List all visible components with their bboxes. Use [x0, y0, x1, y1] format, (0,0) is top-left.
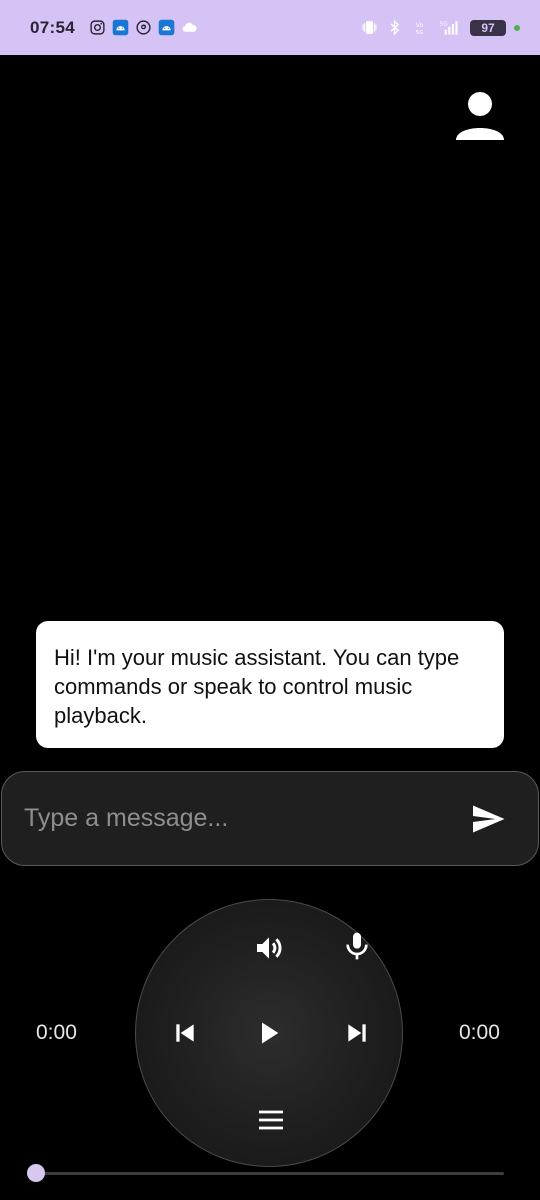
- android-icon: [112, 19, 129, 36]
- android-icon: [158, 19, 175, 36]
- menu-button[interactable]: [251, 1100, 291, 1140]
- menu-icon: [259, 1110, 283, 1130]
- elapsed-time: 0:00: [36, 1021, 77, 1044]
- send-icon: [473, 805, 505, 832]
- seek-thumb[interactable]: [27, 1164, 45, 1182]
- total-time: 0:00: [459, 1021, 500, 1044]
- vibrate-icon: [361, 19, 378, 36]
- svg-text:5G: 5G: [416, 30, 424, 36]
- profile-icon[interactable]: [452, 88, 508, 144]
- notification-icons: [89, 19, 198, 36]
- network-label: 5G: [440, 21, 448, 27]
- battery-level: 97: [481, 20, 495, 35]
- previous-button[interactable]: [165, 1013, 205, 1053]
- send-button[interactable]: [466, 797, 510, 841]
- seek-bar[interactable]: [36, 1172, 504, 1175]
- battery-indicator: 97: [470, 19, 506, 36]
- threads-icon: [135, 19, 152, 36]
- message-input-box: [1, 771, 539, 866]
- volume-button[interactable]: [249, 928, 289, 968]
- next-button[interactable]: [337, 1013, 377, 1053]
- message-input[interactable]: [2, 787, 466, 850]
- volume-icon: [257, 937, 282, 959]
- signal-icon: 5G: [436, 19, 462, 36]
- status-time: 07:54: [30, 17, 75, 37]
- play-icon: [262, 1022, 279, 1044]
- cloud-icon: [181, 19, 198, 36]
- instagram-icon: [89, 19, 106, 36]
- previous-icon: [176, 1024, 194, 1042]
- microphone-button[interactable]: [337, 926, 377, 966]
- play-button[interactable]: [249, 1013, 289, 1053]
- next-icon: [348, 1024, 366, 1042]
- assistant-message-bubble: Hi! I'm your music assistant. You can ty…: [36, 621, 504, 748]
- svg-text:Vo: Vo: [416, 21, 424, 29]
- microphone-icon: [346, 932, 368, 960]
- bluetooth-icon: [386, 19, 403, 36]
- system-icons: Vo 5G 5G 97: [361, 19, 520, 36]
- playback-control-wheel: [135, 899, 403, 1167]
- volte-icon: Vo 5G: [411, 19, 428, 36]
- status-bar: 07:54 Vo 5G 5G 97: [0, 0, 540, 55]
- charging-dot: [514, 24, 520, 31]
- assistant-message-text: Hi! I'm your music assistant. You can ty…: [54, 645, 460, 728]
